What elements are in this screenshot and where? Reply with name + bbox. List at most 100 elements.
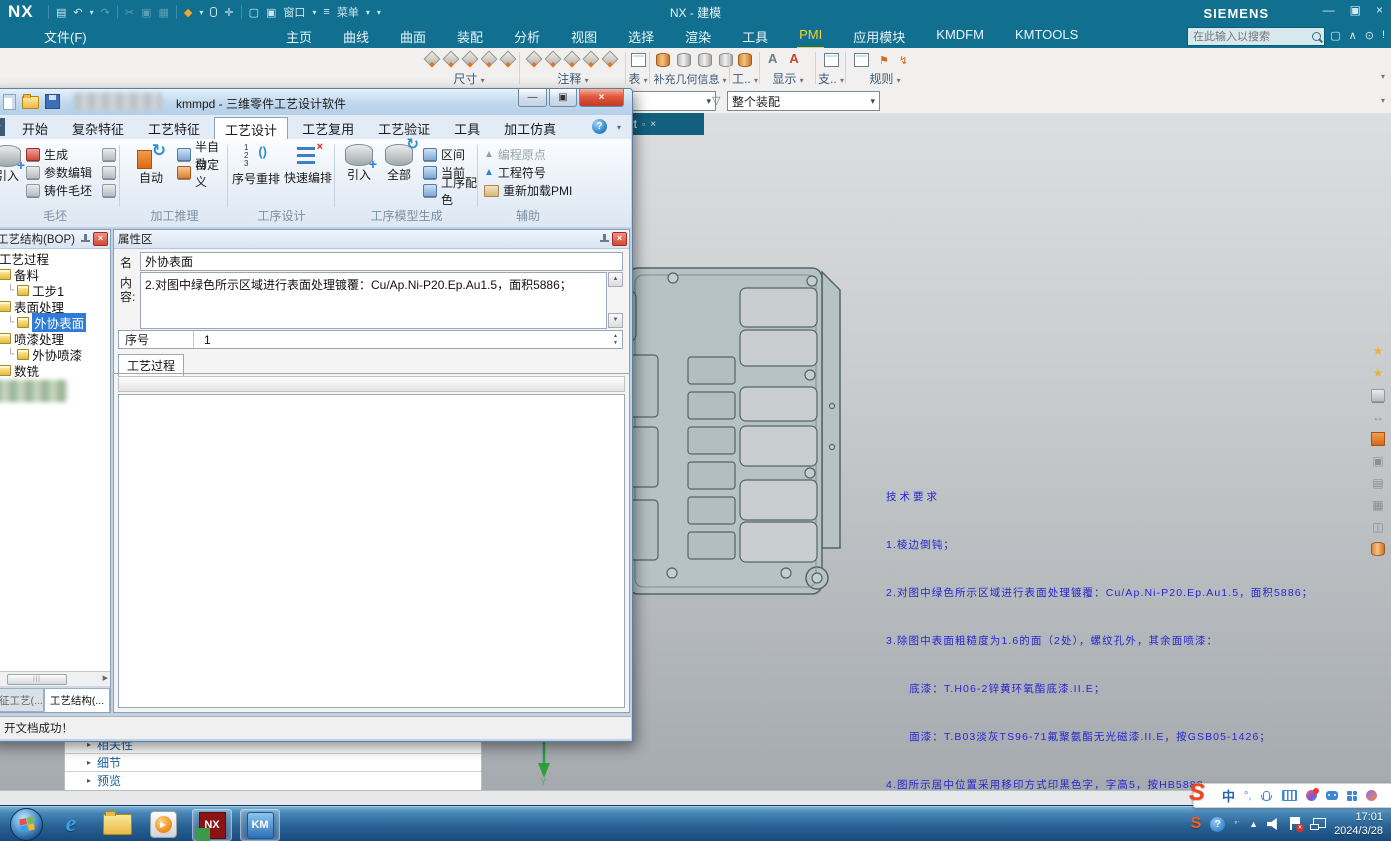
help-icon[interactable]: ?	[592, 119, 607, 134]
window-dropdown-icon[interactable]: ▾	[312, 8, 316, 17]
close-button[interactable]: ×	[579, 89, 624, 107]
cut-icon[interactable]: ✂	[125, 6, 134, 19]
action-center-icon[interactable]: ×	[1289, 817, 1301, 831]
sequence-value[interactable]: 1	[194, 333, 211, 347]
window-menu[interactable]: 窗口	[283, 4, 305, 20]
tab-close-icon[interactable]: ×	[650, 119, 656, 130]
kmmpd-window[interactable]: kmmpd - 三维零件工艺设计软件 — ▣ × ▼ 开始 复杂特征 工艺特征 …	[0, 88, 633, 742]
undo-dropdown-icon[interactable]: ▾	[90, 8, 94, 17]
sogou-tray-icon[interactable]: S	[1191, 815, 1202, 833]
pmi-star-tool-icon[interactable]: ★	[1370, 343, 1386, 359]
content-scroll-down-icon[interactable]: ▼	[608, 313, 623, 328]
menu-dropdown-icon[interactable]: ▾	[366, 8, 370, 17]
tab-view[interactable]: 视图	[569, 27, 599, 49]
voice-command-icon[interactable]	[210, 7, 217, 17]
table-icon[interactable]	[631, 53, 646, 67]
repeat-dropdown-icon[interactable]: ▾	[199, 8, 203, 17]
window-new-icon[interactable]: ▣	[266, 6, 276, 19]
smart-assistant-icon[interactable]	[1326, 791, 1338, 800]
search-input[interactable]	[1191, 30, 1312, 44]
support-icon[interactable]	[824, 53, 839, 67]
command-search[interactable]	[1187, 27, 1325, 46]
display-edit-icon[interactable]: A	[789, 53, 798, 65]
help-icon[interactable]: ⊙	[1365, 29, 1374, 42]
taskbar-nx-button[interactable]: NX	[192, 809, 232, 841]
pin-icon[interactable]	[80, 233, 90, 245]
close-button[interactable]: ×	[1376, 3, 1383, 17]
minimize-button[interactable]: —	[1323, 3, 1335, 17]
taskbar-explorer-button[interactable]	[98, 809, 136, 839]
ime-tiny-icon[interactable]: °˙	[1234, 820, 1240, 829]
soft-keyboard-icon[interactable]	[1282, 790, 1297, 801]
expand-icon[interactable]: ▸	[87, 776, 91, 785]
tab-application[interactable]: 应用模块	[851, 27, 907, 49]
sequence-spinner[interactable]: ▲▼	[609, 333, 622, 346]
note-icon[interactable]	[526, 51, 543, 68]
corner-dropdown-icon[interactable]: ▼	[0, 118, 5, 136]
pmi-cube-tool-icon[interactable]: ▣	[1370, 453, 1386, 469]
filter-funnel-icon[interactable]: ▽	[712, 94, 720, 107]
alert-icon[interactable]: !	[1382, 29, 1385, 42]
row-details[interactable]: ▸ 细节	[65, 754, 481, 772]
param-edit-button[interactable]: 参数编辑	[26, 164, 92, 181]
mini-tool-icon[interactable]	[102, 184, 116, 197]
window-cascade-icon[interactable]: ▢	[249, 6, 259, 19]
quick-arrange-button[interactable]: × 快速编排	[282, 145, 334, 186]
dimension-icon[interactable]	[443, 51, 460, 68]
restore-button[interactable]: ▣	[1350, 3, 1361, 17]
taskbar-mediaplayer-button[interactable]: ▶	[144, 809, 182, 839]
paste-icon[interactable]: ▦	[158, 6, 168, 19]
pmi-sheet-edit-tool-icon[interactable]: ▤	[1370, 475, 1386, 491]
supplemental-geometry-icon[interactable]	[698, 53, 712, 67]
scope-combo[interactable]: 整个装配▾	[727, 91, 880, 111]
tree-item-cnc-milling[interactable]: 数铣	[0, 362, 110, 378]
taskbar-km-button[interactable]: KM	[240, 809, 280, 841]
menu-label[interactable]: 菜单	[337, 4, 359, 20]
toolbox-icon[interactable]	[1347, 791, 1357, 801]
pmi-cylinder-tool-icon[interactable]	[1370, 541, 1386, 557]
note-icon[interactable]	[602, 51, 619, 68]
rule-link-icon[interactable]: ↯	[899, 54, 908, 67]
touch-mode-icon[interactable]: ✛	[224, 6, 233, 19]
tab-home[interactable]: 主页	[284, 27, 314, 49]
op-color-button[interactable]: 工序配色	[423, 182, 478, 199]
tab-select[interactable]: 选择	[626, 27, 656, 49]
save-icon[interactable]: ▤	[56, 6, 66, 19]
bar-overflow-icon[interactable]: ▾	[1381, 96, 1385, 105]
import-button[interactable]: + 引入	[341, 144, 377, 183]
redo-icon[interactable]: ↷	[101, 6, 110, 19]
interval-button[interactable]: 区间	[423, 146, 465, 163]
process-content-area[interactable]	[118, 394, 625, 708]
ai-icon[interactable]	[1366, 790, 1377, 801]
maximize-button[interactable]: ▣	[549, 89, 577, 107]
dimension-icon[interactable]	[462, 51, 479, 68]
supplemental-geometry-icon[interactable]	[677, 53, 691, 67]
tab-render[interactable]: 渲染	[683, 27, 713, 49]
tab-process-structure[interactable]: 工艺结构(...	[44, 688, 110, 712]
dimension-icon[interactable]	[424, 51, 441, 68]
tab-kmtools[interactable]: KMTOOLS	[1013, 27, 1080, 49]
ribbon-overflow-icon[interactable]: ▾	[1381, 72, 1385, 81]
collapse-ribbon-icon[interactable]: ∧	[1349, 29, 1357, 42]
new-document-icon[interactable]	[3, 94, 16, 110]
tab-overflow-icon[interactable]: ▾	[617, 123, 621, 132]
tab-analysis[interactable]: 分析	[512, 27, 542, 49]
renumber-button[interactable]: 123() 序号重排	[230, 144, 282, 187]
skin-icon[interactable]	[1306, 790, 1317, 801]
tab-float-icon[interactable]: ▫	[642, 119, 645, 129]
fullscreen-icon[interactable]: ▢	[1330, 29, 1340, 42]
start-button[interactable]	[10, 808, 43, 841]
note-icon[interactable]	[564, 51, 581, 68]
volume-icon[interactable]	[1267, 818, 1280, 830]
display-style-icon[interactable]: A	[768, 53, 777, 65]
supplemental-geometry-icon[interactable]	[656, 53, 670, 67]
panel-close-icon[interactable]: ×	[612, 232, 627, 246]
voice-input-icon[interactable]	[1263, 791, 1270, 801]
tab-feature-process[interactable]: 征工艺(...	[0, 688, 44, 712]
row-preview[interactable]: ▸ 预览	[65, 772, 481, 789]
rule-flag-icon[interactable]: ⚑	[879, 54, 889, 67]
tree-hscrollbar[interactable]: ||| ▶	[0, 671, 110, 686]
all-button[interactable]: ↻ 全部	[381, 144, 417, 183]
kmmpd-titlebar[interactable]: kmmpd - 三维零件工艺设计软件 — ▣ ×	[0, 89, 632, 115]
expand-icon[interactable]: ▸	[87, 758, 91, 767]
